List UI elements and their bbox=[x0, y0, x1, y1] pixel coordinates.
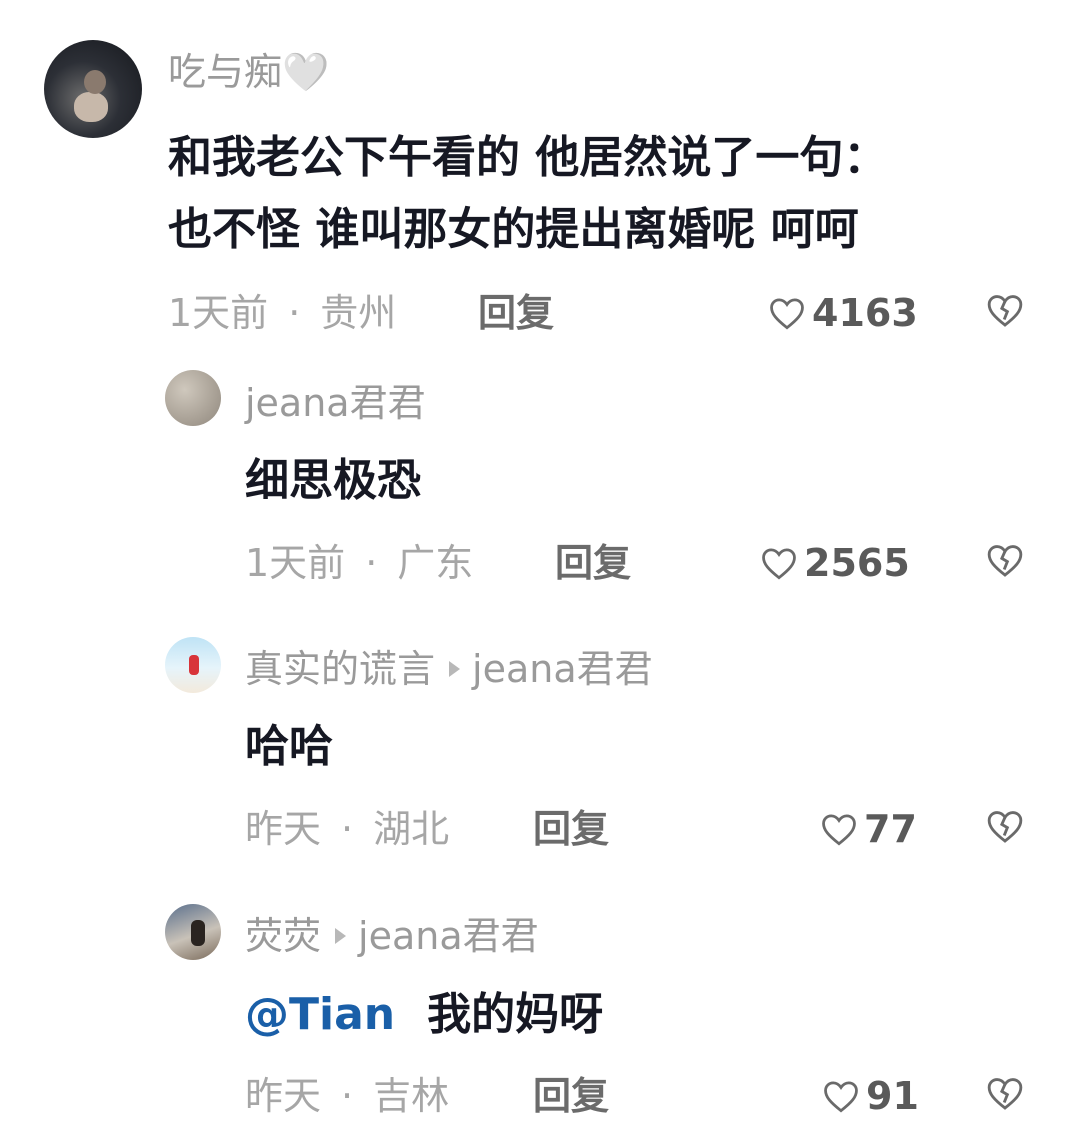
like-button[interactable]: 2565 bbox=[760, 536, 910, 590]
like-button[interactable]: 77 bbox=[820, 802, 917, 856]
triangle-right-icon bbox=[335, 928, 347, 944]
triangle-right-icon bbox=[449, 661, 461, 677]
meta-separator: · bbox=[341, 1074, 354, 1118]
comment-location: 吉林 bbox=[373, 1074, 450, 1118]
comment-time: 1天前 bbox=[168, 291, 269, 335]
comment-author[interactable]: 真实的谎言 bbox=[245, 642, 435, 696]
broken-heart-icon bbox=[987, 1078, 1023, 1110]
comment-text: 哈哈 bbox=[245, 721, 333, 772]
comment-text-line: 和我老公下午看的 他居然说了一句： bbox=[168, 132, 888, 183]
avatar[interactable] bbox=[165, 370, 221, 426]
reply-button[interactable]: 回复 bbox=[478, 286, 554, 340]
reply-to-author[interactable]: jeana君君 bbox=[472, 642, 653, 696]
like-button[interactable]: 4163 bbox=[768, 286, 918, 340]
broken-heart-icon bbox=[987, 811, 1023, 843]
dislike-button[interactable] bbox=[986, 808, 1026, 848]
avatar[interactable] bbox=[165, 637, 221, 693]
reply-to-author[interactable]: jeana君君 bbox=[358, 909, 539, 963]
comment-location: 贵州 bbox=[320, 291, 397, 335]
reply-button[interactable]: 回复 bbox=[555, 536, 631, 590]
heart-outline-icon bbox=[824, 1081, 858, 1113]
meta-separator: · bbox=[365, 541, 378, 585]
meta-separator: · bbox=[288, 291, 301, 335]
comment-time: 1天前 bbox=[245, 541, 346, 585]
comment-time: 昨天 bbox=[245, 807, 322, 851]
comment-location: 广东 bbox=[397, 541, 474, 585]
avatar[interactable] bbox=[165, 904, 221, 960]
dislike-button[interactable] bbox=[986, 1075, 1026, 1115]
like-count: 77 bbox=[864, 807, 917, 851]
comment-text: @Tian 我的妈呀 bbox=[245, 984, 603, 1046]
reply-header: 荧荧 jeana君君 bbox=[245, 909, 539, 963]
comment-author[interactable]: 荧荧 bbox=[245, 909, 321, 963]
heart-outline-icon bbox=[762, 548, 796, 580]
comment-author[interactable]: jeana君君 bbox=[245, 376, 426, 430]
avatar[interactable] bbox=[44, 40, 142, 138]
dislike-button[interactable] bbox=[986, 542, 1026, 582]
reply-button[interactable]: 回复 bbox=[533, 802, 609, 856]
comment-text-body: 我的妈呀 bbox=[427, 989, 604, 1040]
comment-meta: 昨天 · 湖北 bbox=[245, 802, 449, 856]
dislike-button[interactable] bbox=[986, 292, 1026, 332]
comment-meta: 1天前 · 贵州 bbox=[168, 286, 396, 340]
like-count: 91 bbox=[866, 1074, 919, 1118]
comment-meta: 昨天 · 吉林 bbox=[245, 1069, 449, 1123]
comment-text-line: 也不怪 谁叫那女的提出离婚呢 呵呵 bbox=[168, 204, 859, 255]
like-button[interactable]: 91 bbox=[822, 1069, 919, 1123]
meta-separator: · bbox=[341, 807, 354, 851]
heart-outline-icon bbox=[822, 814, 856, 846]
broken-heart-icon bbox=[987, 545, 1023, 577]
comment-meta: 1天前 · 广东 bbox=[245, 536, 473, 590]
like-count: 2565 bbox=[804, 541, 910, 585]
comment-time: 昨天 bbox=[245, 1074, 322, 1118]
like-count: 4163 bbox=[812, 291, 918, 335]
mention-link[interactable]: @Tian bbox=[245, 989, 395, 1040]
comment-location: 湖北 bbox=[373, 807, 450, 851]
reply-header: 真实的谎言 jeana君君 bbox=[245, 642, 653, 696]
comment-author[interactable]: 吃与痴🤍 bbox=[168, 44, 329, 100]
heart-outline-icon bbox=[770, 298, 804, 330]
broken-heart-icon bbox=[987, 295, 1023, 327]
comment-text: 细思极恐 bbox=[245, 455, 421, 506]
reply-button[interactable]: 回复 bbox=[533, 1069, 609, 1123]
